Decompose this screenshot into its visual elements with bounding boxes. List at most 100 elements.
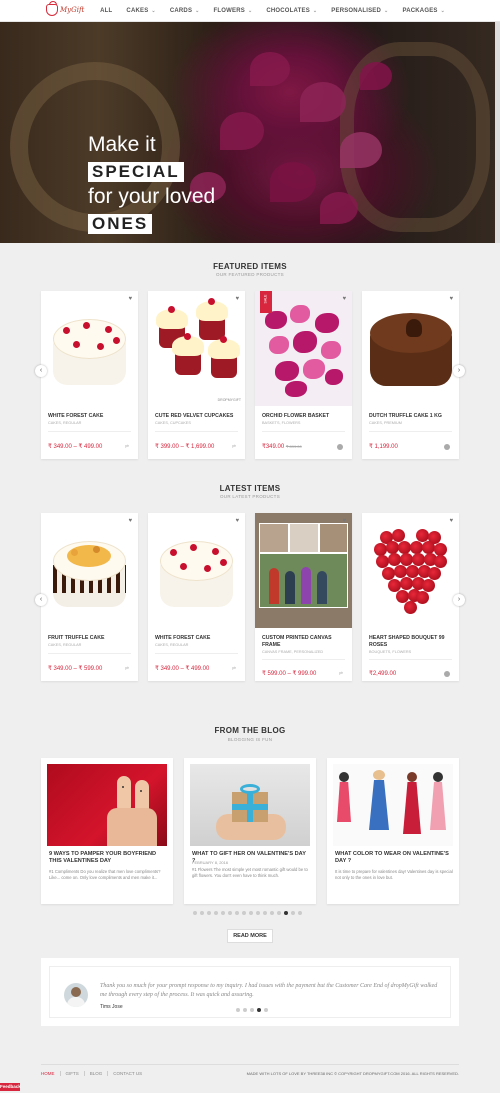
page-dot[interactable]	[193, 911, 197, 915]
page-dot[interactable]	[200, 911, 204, 915]
product-category[interactable]: CANVAS FRAME, PERSONALIZED	[262, 650, 323, 654]
cart-icon[interactable]: ⇌	[232, 666, 236, 672]
page-dot[interactable]	[221, 911, 225, 915]
feedback-tab[interactable]: Feedback	[0, 1083, 21, 1091]
product-category[interactable]: CAKES, PREMIUM	[369, 421, 402, 425]
product-name[interactable]: FRUIT TRUFFLE CAKE	[48, 635, 132, 642]
footer-link-gifts[interactable]: GIFTS	[59, 1071, 84, 1076]
logo-text: MyGift	[60, 6, 85, 14]
cart-icon[interactable]	[337, 444, 343, 450]
product-card[interactable]: ♥ CUSTOM PRINTED CANVAS FRAME CANVAS FRA…	[255, 513, 352, 681]
chevron-right-icon[interactable]: ›	[453, 594, 465, 606]
product-name[interactable]: DUTCH TRUFFLE CAKE 1 KG	[369, 413, 453, 420]
blog-card[interactable]: 9 WAYS TO PAMPER YOUR BOYFRIEND THIS VAL…	[41, 758, 173, 904]
blog-image[interactable]	[47, 764, 167, 846]
menu-item-personalised[interactable]: PERSONALISED ⌄	[324, 8, 395, 14]
menu-item-all[interactable]: ALL	[93, 8, 119, 14]
page-dot[interactable]	[264, 1008, 268, 1012]
menu-item-packages[interactable]: PACKAGES ⌄	[395, 8, 452, 14]
cart-icon[interactable]: ⇌	[339, 671, 343, 677]
product-name[interactable]: CUTE RED VELVET CUPCAKES	[155, 413, 239, 420]
cart-icon[interactable]: ⇌	[125, 444, 129, 450]
heart-icon[interactable]: ♥	[449, 296, 453, 302]
product-category[interactable]: CAKES, REGULAR	[48, 643, 81, 647]
product-image[interactable]: DROPMYGIFT	[148, 291, 245, 406]
cart-icon[interactable]: ⇌	[125, 666, 129, 672]
blog-post-title[interactable]: 9 WAYS TO PAMPER YOUR BOYFRIEND THIS VAL…	[49, 851, 167, 865]
product-category[interactable]: CAKES, REGULAR	[155, 643, 188, 647]
product-card[interactable]: ♥ DUTCH TRUFFLE CAKE 1 KG CAKES, PREMIUM…	[362, 291, 459, 459]
blog-pagination	[193, 911, 302, 915]
menu-item-chocolates[interactable]: CHOCOLATES ⌄	[259, 8, 324, 14]
product-category[interactable]: BASKETS, FLOWERS	[262, 421, 300, 425]
blog-post-title[interactable]: WHAT COLOR TO WEAR ON VALENTINE'S DAY ?	[335, 851, 453, 865]
scrollbar[interactable]	[495, 22, 500, 243]
product-card[interactable]: SALE ♥ ORCHID FLOWER BASKET BASKETS, FLO…	[255, 291, 352, 459]
page-dot[interactable]	[243, 1008, 247, 1012]
divider	[262, 659, 345, 660]
footer-link-contact[interactable]: CONTACT US	[107, 1071, 147, 1076]
product-name[interactable]: HEART SHAPED BOUQUET 99 ROSES	[369, 635, 453, 649]
footer-link-home[interactable]: HOME	[41, 1071, 60, 1076]
product-image[interactable]	[41, 291, 138, 406]
heart-icon[interactable]: ♥	[128, 296, 132, 302]
blog-image[interactable]	[190, 764, 310, 846]
page-dot[interactable]	[270, 911, 274, 915]
page-dot[interactable]	[235, 911, 239, 915]
page-dot[interactable]	[263, 911, 267, 915]
page-dot[interactable]	[214, 911, 218, 915]
page-dot[interactable]	[277, 911, 281, 915]
page-dot-active[interactable]	[257, 1008, 261, 1012]
product-name[interactable]: CUSTOM PRINTED CANVAS FRAME	[262, 635, 346, 649]
product-category[interactable]: CAKES, CUPCAKES	[155, 421, 191, 425]
page-dot[interactable]	[236, 1008, 240, 1012]
product-category[interactable]: BOUQUETS, FLOWERS	[369, 650, 411, 654]
heart-icon[interactable]: ♥	[342, 518, 346, 524]
heart-icon[interactable]: ♥	[235, 518, 239, 524]
footer-link-blog[interactable]: BLOG	[83, 1071, 108, 1076]
product-name[interactable]: WHITE FOREST CAKE	[48, 413, 132, 420]
cart-icon[interactable]	[444, 444, 450, 450]
product-card[interactable]: ♥ HEART SHAPED BOUQUET 99 ROSES BOUQUETS…	[362, 513, 459, 681]
product-card[interactable]: ♥ WHITE FOREST CAKE CAKES, REGULAR ₹ 349…	[148, 513, 245, 681]
page-dot[interactable]	[256, 911, 260, 915]
menu-item-flowers[interactable]: FLOWERS ⌄	[207, 8, 260, 14]
logo[interactable]: MyGift	[46, 1, 85, 16]
product-image[interactable]	[255, 513, 352, 628]
page-dot[interactable]	[298, 911, 302, 915]
cart-icon[interactable]: ⇌	[232, 444, 236, 450]
page-dot[interactable]	[242, 911, 246, 915]
heart-icon[interactable]: ♥	[342, 296, 346, 302]
page-dot[interactable]	[291, 911, 295, 915]
heart-icon[interactable]: ♥	[235, 296, 239, 302]
product-image[interactable]	[148, 513, 245, 628]
chevron-left-icon[interactable]: ‹	[35, 594, 47, 606]
product-image[interactable]: SALE	[255, 291, 352, 406]
menu-item-cakes[interactable]: CAKES ⌄	[119, 8, 162, 14]
page-dot-active[interactable]	[284, 911, 288, 915]
product-image[interactable]	[362, 291, 459, 406]
product-card[interactable]: ♥ FRUIT TRUFFLE CAKE CAKES, REGULAR ₹ 34…	[41, 513, 138, 681]
page-dot[interactable]	[228, 911, 232, 915]
product-card[interactable]: ♥ WHITE FOREST CAKE CAKES, REGULAR ₹ 349…	[41, 291, 138, 459]
product-image[interactable]	[362, 513, 459, 628]
product-name[interactable]: ORCHID FLOWER BASKET	[262, 413, 346, 420]
cake-illustration	[53, 313, 126, 388]
heart-icon[interactable]: ♥	[449, 518, 453, 524]
chevron-right-icon[interactable]: ›	[453, 365, 465, 377]
cart-icon[interactable]	[444, 671, 450, 677]
read-more-button[interactable]: READ MORE	[227, 929, 273, 943]
chevron-left-icon[interactable]: ‹	[35, 365, 47, 377]
page-dot[interactable]	[250, 1008, 254, 1012]
product-image[interactable]	[41, 513, 138, 628]
product-name[interactable]: WHITE FOREST CAKE	[155, 635, 239, 642]
product-category[interactable]: CAKES, REGULAR	[48, 421, 81, 425]
blog-image[interactable]	[333, 764, 453, 846]
blog-card[interactable]: WHAT TO GIFT HER ON VALENTINE'S DAY ? FE…	[184, 758, 316, 904]
page-dot[interactable]	[249, 911, 253, 915]
blog-card[interactable]: WHAT COLOR TO WEAR ON VALENTINE'S DAY ? …	[327, 758, 459, 904]
product-card[interactable]: DROPMYGIFT ♥ CUTE RED VELVET CUPCAKES CA…	[148, 291, 245, 459]
menu-item-cards[interactable]: CARDS ⌄	[163, 8, 207, 14]
page-dot[interactable]	[207, 911, 211, 915]
heart-icon[interactable]: ♥	[128, 518, 132, 524]
